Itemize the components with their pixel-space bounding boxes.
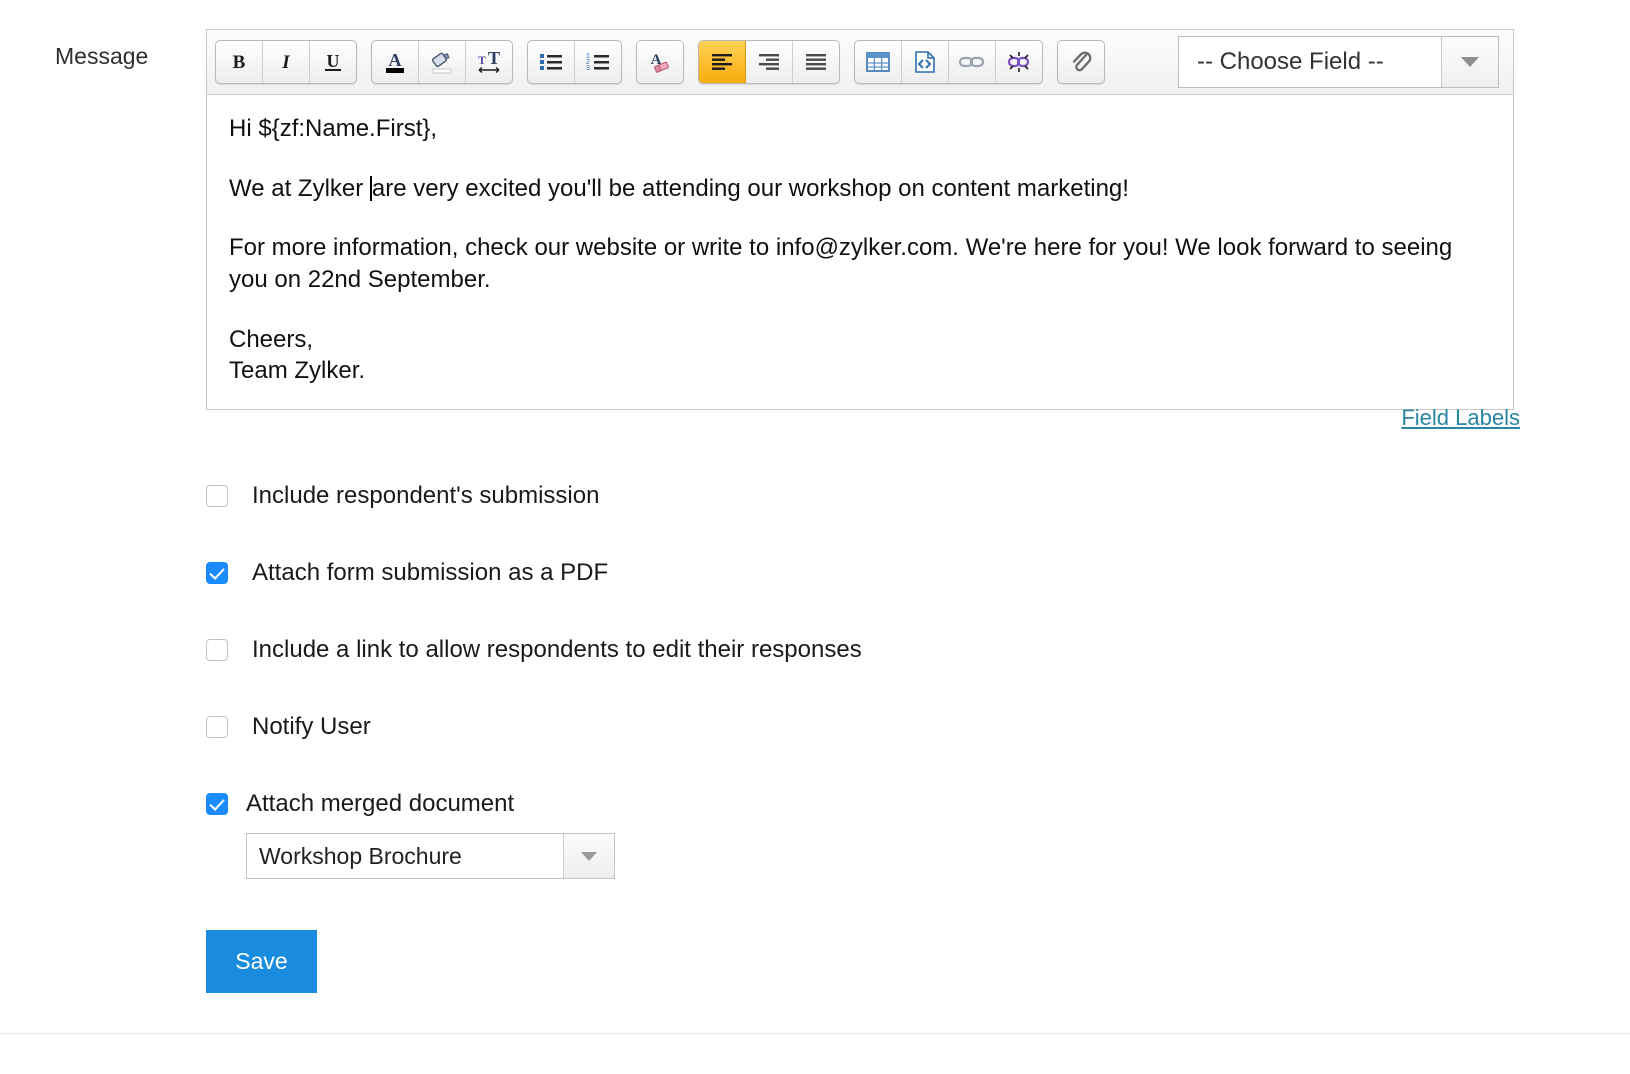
checkbox-attach-merged-document[interactable] (206, 793, 228, 815)
checkbox-include-respondents-submission[interactable] (206, 485, 228, 507)
align-justify-icon (803, 51, 829, 73)
italic-button[interactable]: I (263, 41, 310, 83)
merged-document-select[interactable]: Workshop Brochure (246, 833, 615, 879)
option-label: Notify User (252, 713, 371, 740)
background-color-button[interactable] (419, 41, 466, 83)
remove-link-button[interactable] (996, 41, 1042, 83)
option-notify-user[interactable]: Notify User (206, 713, 371, 741)
insert-link-button[interactable] (949, 41, 996, 83)
bulleted-list-icon (538, 51, 564, 73)
unlink-icon (1005, 50, 1033, 74)
bold-icon: B (227, 50, 251, 74)
align-right-icon (756, 51, 782, 73)
editor-toolbar: B I U A T T 1 2 3 A -- Choose Field -- (207, 30, 1513, 95)
message-line-intro: We at Zylker are very excited you'll be … (229, 173, 1489, 205)
option-label: Attach merged document (246, 790, 515, 817)
bottom-divider (0, 1033, 1630, 1034)
svg-text:3: 3 (586, 65, 590, 72)
option-label: Include respondent's submission (252, 482, 600, 509)
link-icon (958, 51, 986, 73)
clear-formatting-button[interactable]: A (637, 41, 683, 83)
signoff-team: Team Zylker. (229, 357, 366, 385)
save-button[interactable]: Save (206, 930, 317, 993)
checkbox-include-edit-link[interactable] (206, 639, 228, 661)
toolbar-group-alignment (698, 40, 840, 84)
numbered-list-icon: 1 2 3 (585, 51, 611, 73)
paperclip-icon (1069, 49, 1093, 75)
chevron-down-icon (581, 851, 597, 861)
toolbar-group-text-style: B I U (215, 40, 357, 84)
option-label: Include a link to allow respondents to e… (252, 636, 862, 663)
font-size-icon: T T (475, 49, 503, 75)
toolbar-group-clear-format: A (636, 40, 684, 84)
signoff-cheers: Cheers, (229, 325, 314, 353)
svg-text:B: B (233, 52, 246, 73)
clear-formatting-icon: A (646, 50, 674, 74)
svg-text:T: T (488, 49, 500, 68)
underline-button[interactable]: U (310, 41, 356, 83)
message-body-editable[interactable]: Hi ${zf:Name.First}, We at Zylker are ve… (207, 95, 1513, 410)
align-right-button[interactable] (746, 41, 793, 83)
message-line-signoff: Cheers, Team Zylker. (229, 324, 1489, 387)
choose-field-value: -- Choose Field -- (1179, 37, 1441, 87)
message-intro-after-caret: are very excited you'll be attending our… (371, 174, 1129, 202)
source-code-icon (912, 50, 938, 74)
merged-document-dropdown-button[interactable] (563, 834, 614, 878)
field-labels-link[interactable]: Field Labels (1401, 405, 1520, 431)
font-color-icon: A (382, 49, 408, 75)
svg-text:U: U (327, 51, 340, 71)
rich-text-editor: B I U A T T 1 2 3 A -- Choose Field -- H… (206, 29, 1514, 411)
font-color-button[interactable]: A (372, 41, 419, 83)
toolbar-group-attach (1057, 40, 1105, 84)
align-left-icon (709, 51, 735, 73)
message-intro-before-caret: We at Zylker (229, 174, 370, 202)
align-left-button[interactable] (699, 41, 746, 83)
insert-table-button[interactable] (855, 41, 902, 83)
svg-text:I: I (281, 52, 290, 73)
message-editor-page: Message B I U A T T 1 2 3 A -- Choose Fi… (0, 0, 1630, 1074)
attach-file-button[interactable] (1058, 41, 1104, 83)
message-line-greeting: Hi ${zf:Name.First}, (229, 115, 438, 142)
bulleted-list-button[interactable] (528, 41, 575, 83)
underline-icon: U (321, 50, 345, 74)
background-color-icon (429, 49, 455, 75)
option-include-edit-link[interactable]: Include a link to allow respondents to e… (206, 636, 862, 664)
toolbar-group-insert (854, 40, 1043, 84)
source-code-button[interactable] (902, 41, 949, 83)
font-size-button[interactable]: T T (466, 41, 512, 83)
checkbox-notify-user[interactable] (206, 716, 228, 738)
bold-button[interactable]: B (216, 41, 263, 83)
svg-text:T: T (478, 53, 486, 67)
table-icon (865, 50, 891, 74)
svg-text:A: A (389, 50, 402, 70)
align-justify-button[interactable] (793, 41, 839, 83)
option-attach-merged-document[interactable]: Attach merged document (206, 790, 514, 818)
option-attach-form-submission-pdf[interactable]: Attach form submission as a PDF (206, 559, 608, 587)
choose-field-dropdown-button[interactable] (1441, 37, 1498, 87)
toolbar-group-color-size: A T T (371, 40, 513, 84)
italic-icon: I (274, 50, 298, 74)
option-label: Attach form submission as a PDF (252, 559, 609, 586)
option-include-respondents-submission[interactable]: Include respondent's submission (206, 482, 599, 510)
choose-field-select[interactable]: -- Choose Field -- (1178, 36, 1499, 88)
merged-document-value: Workshop Brochure (259, 842, 462, 869)
page-title: Message (55, 43, 149, 69)
toolbar-group-lists: 1 2 3 (527, 40, 622, 84)
numbered-list-button[interactable]: 1 2 3 (575, 41, 621, 83)
checkbox-attach-form-submission-pdf[interactable] (206, 562, 228, 584)
chevron-down-icon (1461, 57, 1479, 67)
message-line-info: For more information, check our website … (229, 234, 1453, 294)
